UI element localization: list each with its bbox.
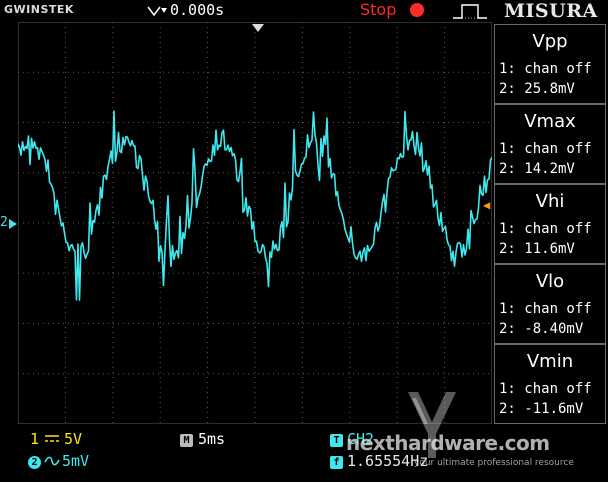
trigger-position-icon <box>147 6 167 17</box>
trigger-level-marker[interactable]: ◀ <box>483 198 490 212</box>
measure-ch2-value: 2: 25.8mV <box>499 81 575 97</box>
freq-badge: f <box>330 456 343 469</box>
waveform-display <box>18 22 492 424</box>
measure-ch1-value: 1: chan off <box>499 221 592 237</box>
measure-ch2-value: 2: -11.6mV <box>499 401 584 417</box>
ch1-scale[interactable]: 5V <box>64 430 82 448</box>
measure-ch1-value: 1: chan off <box>499 381 592 397</box>
ch2-scale[interactable]: 5mV <box>62 452 89 470</box>
freq-badge-wrap: f <box>330 452 343 470</box>
ch1-badge: 1 <box>30 430 40 448</box>
measure-menu-title: MISURA <box>504 0 598 22</box>
top-status-bar: GWINSTEK 0.000s Stop MISURA <box>0 0 608 22</box>
measure-vhi[interactable]: Vhi 1: chan off 2: 11.6mV <box>494 184 606 264</box>
measure-name: Vlo <box>535 271 565 292</box>
measure-vpp[interactable]: Vpp 1: chan off 2: 25.8mV <box>494 24 606 104</box>
watermark-tagline: your ultimate professional resource <box>414 458 574 468</box>
timebase-value[interactable]: 5ms <box>198 430 225 448</box>
measure-name: Vmin <box>526 351 574 372</box>
dc-coupling-icon <box>45 435 59 442</box>
trigger-edge-icon <box>453 4 487 19</box>
oscilloscope-screen: GWINSTEK 0.000s Stop MISURA 2 ◀ Vpp 1: c… <box>0 0 608 482</box>
measure-ch1-value: 1: chan off <box>499 141 592 157</box>
ch2-ground-arrow-icon <box>9 219 17 229</box>
measure-name: Vmax <box>524 111 576 132</box>
measure-ch2-value: 2: -8.40mV <box>499 321 584 337</box>
ac-coupling-icon <box>44 456 60 466</box>
measure-name: Vhi <box>535 191 565 212</box>
measure-name: Vpp <box>532 31 568 52</box>
measure-ch1-value: 1: chan off <box>499 61 592 77</box>
timebase-badge: M <box>180 434 193 447</box>
measure-ch2-value: 2: 11.6mV <box>499 241 575 257</box>
measurement-panel: Vpp 1: chan off 2: 25.8mV Vmax 1: chan o… <box>494 24 606 424</box>
run-state: Stop <box>360 0 397 19</box>
measure-ch1-value: 1: chan off <box>499 301 592 317</box>
timebase-badge-wrap: M <box>180 430 193 448</box>
trigger-badge-wrap: T <box>330 430 343 448</box>
trigger-badge: T <box>330 434 343 447</box>
measure-ch2-value: 2: 14.2mV <box>499 161 575 177</box>
brand-logo: GWINSTEK <box>4 3 74 16</box>
ch2-badge: 2 <box>28 456 41 469</box>
stop-indicator-icon <box>410 3 424 17</box>
ch2-ground-marker[interactable]: 2 <box>0 215 8 230</box>
watermark-site: nexthardware.com <box>346 431 550 455</box>
ch2-badge-wrap: 2 <box>28 452 41 470</box>
measure-vmin[interactable]: Vmin 1: chan off 2: -11.6mV <box>494 344 606 424</box>
measure-vlo[interactable]: Vlo 1: chan off 2: -8.40mV <box>494 264 606 344</box>
trigger-time-marker-icon <box>252 24 264 32</box>
measure-vmax[interactable]: Vmax 1: chan off 2: 14.2mV <box>494 104 606 184</box>
trigger-position-value: 0.000s <box>170 1 225 19</box>
